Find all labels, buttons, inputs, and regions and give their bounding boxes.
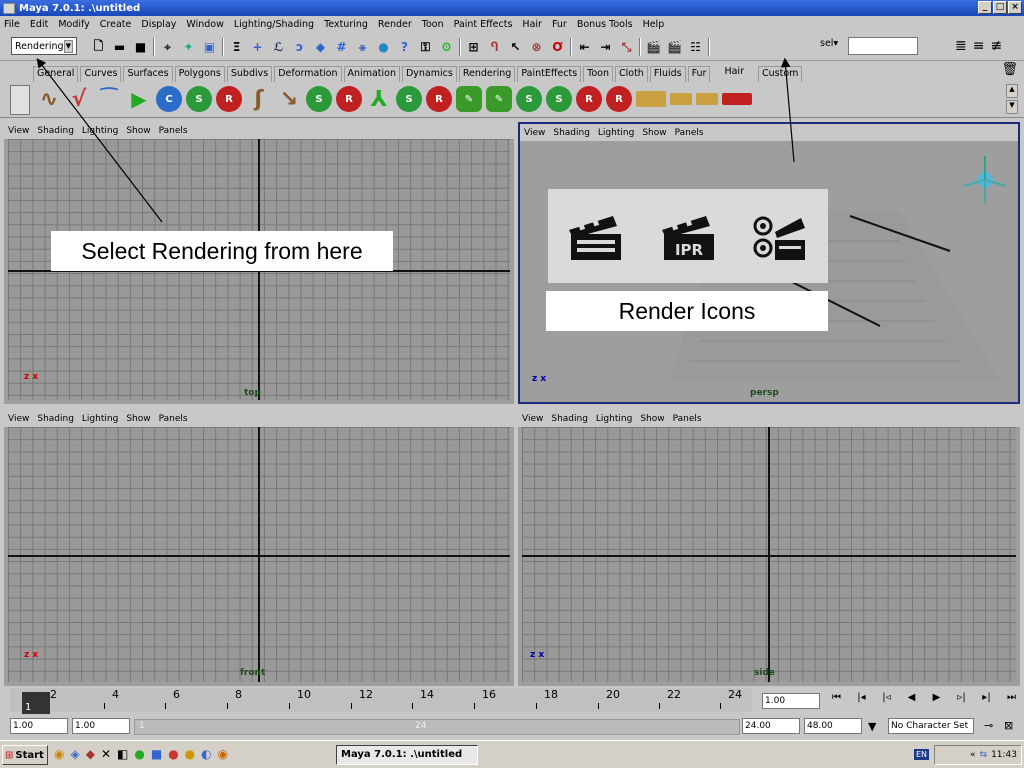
callout-render-icons: Render Icons (546, 291, 828, 331)
ipr-render-icon: IPR (661, 216, 714, 260)
callout-select-rendering: Select Rendering from here (51, 231, 393, 271)
render-current-frame-icon (568, 216, 621, 260)
render-icons-zoom: IPR (548, 189, 828, 283)
annotation-arrows (36, 57, 795, 223)
ipr-label: IPR (675, 241, 704, 259)
render-globals-icon (753, 216, 806, 260)
